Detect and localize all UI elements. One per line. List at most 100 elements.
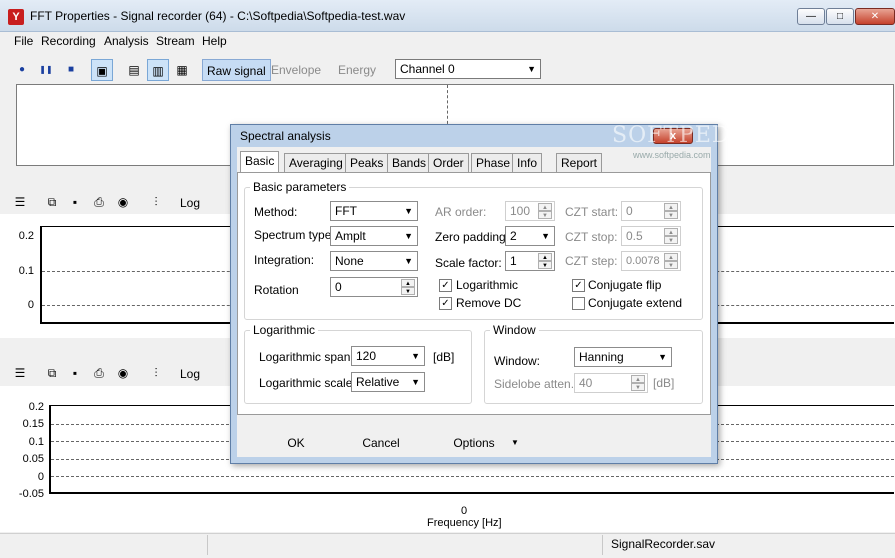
czt-stop-label: CZT stop: (565, 230, 618, 244)
spinner-arrows-icon: ▲ ▼ (538, 203, 552, 219)
maximize-button[interactable]: □ (826, 8, 854, 25)
spinner-arrows-icon: ▲ ▼ (664, 228, 678, 244)
czt-start-value: 0 (626, 204, 633, 218)
x-axis-label: Frequency [Hz] (427, 517, 502, 529)
conjugate-flip-checkbox[interactable]: ✓ (572, 279, 585, 292)
log-span-value: 120 (356, 349, 377, 363)
energy-button[interactable]: Energy (334, 59, 380, 81)
tab-bands[interactable]: Bands (387, 153, 432, 172)
minimize-button[interactable]: — (797, 8, 825, 25)
tab-averaging[interactable]: Averaging (284, 153, 348, 172)
remove-dc-checkbox-label[interactable]: Remove DC (456, 296, 521, 310)
spinner-arrows-icon[interactable]: ▲ ▼ (538, 253, 552, 269)
menu-analysis[interactable]: Analysis (104, 34, 149, 48)
pause-button[interactable]: ❚❚ (35, 59, 57, 81)
globe-icon[interactable]: ◉ (112, 191, 134, 213)
cursor-icon[interactable]: ⫶ (145, 191, 167, 213)
tab-peaks[interactable]: Peaks (345, 153, 389, 172)
spinner-arrows-icon: ▲ ▼ (664, 253, 678, 269)
spectrum-view-icon[interactable]: ▥ (147, 59, 169, 81)
menu-stream[interactable]: Stream (156, 34, 195, 48)
czt-start-spinner: 0 ▲ ▼ (621, 201, 681, 221)
cancel-button[interactable]: Cancel (359, 432, 403, 454)
spinner-arrows-icon: ▲ ▼ (664, 203, 678, 219)
dialog-title: Spectral analysis (240, 129, 331, 143)
integration-select[interactable]: None ▼ (330, 251, 418, 271)
window-value: Hanning (579, 350, 624, 364)
options-dropdown-icon[interactable]: ▼ (511, 438, 519, 447)
tab-order[interactable]: Order (428, 153, 469, 172)
method-select[interactable]: FFT ▼ (330, 201, 418, 221)
menu-file[interactable]: File (14, 34, 33, 48)
ar-order-label: AR order: (435, 205, 487, 219)
rotation-spinner[interactable]: 0 ▲ ▼ (330, 277, 418, 297)
conjugate-extend-checkbox-label[interactable]: Conjugate extend (588, 296, 682, 310)
spectrum-type-label: Spectrum type: (254, 228, 335, 242)
log-toggle[interactable]: Log (180, 367, 200, 381)
menu-recording[interactable]: Recording (41, 34, 96, 48)
method-value: FFT (335, 204, 357, 218)
czt-step-value: 0.0078 (626, 255, 660, 267)
tab-page-basic: Basic parameters Method: FFT ▼ Spectrum t… (237, 172, 711, 415)
chevron-down-icon: ▼ (527, 64, 536, 74)
log-scale-select[interactable]: Relative ▼ (351, 372, 425, 392)
status-divider (602, 535, 603, 555)
integration-value: None (335, 254, 364, 268)
czt-stop-spinner: 0.5 ▲ ▼ (621, 226, 681, 246)
tab-basic[interactable]: Basic (240, 151, 280, 173)
log-span-select[interactable]: 120 ▼ (351, 346, 425, 366)
tab-report[interactable]: Report (556, 153, 603, 172)
chevron-down-icon: ▼ (404, 256, 413, 266)
list-icon[interactable]: ☰ (9, 191, 31, 213)
remove-dc-checkbox[interactable]: ✓ (439, 297, 452, 310)
copy-icon[interactable]: ⧉ (41, 362, 63, 384)
save-icon[interactable]: ▪ (64, 191, 86, 213)
log-toggle[interactable]: Log (180, 196, 200, 210)
menu-help[interactable]: Help (202, 34, 227, 48)
logarithmic-checkbox[interactable]: ✓ (439, 279, 452, 292)
save-icon[interactable]: ▪ (64, 362, 86, 384)
bars-view-icon[interactable]: ▦ (171, 59, 193, 81)
raw-signal-button[interactable]: Raw signal (202, 59, 271, 81)
channel-select[interactable]: Channel 0 ▼ (395, 59, 541, 79)
window-select[interactable]: Hanning ▼ (574, 347, 672, 367)
sidelobe-unit: [dB] (653, 376, 675, 390)
rotation-value: 0 (335, 280, 342, 294)
chevron-down-icon: ▼ (541, 231, 550, 241)
stop-button[interactable]: ■ (60, 59, 82, 81)
bottom-y-tick: 0.15 (22, 418, 44, 430)
record-button[interactable]: ● (11, 59, 33, 81)
close-button[interactable]: ✕ (855, 8, 895, 25)
window-group-title: Window (490, 323, 539, 337)
chevron-down-icon: ▼ (411, 351, 420, 361)
bottom-y-tick: 0.1 (28, 436, 44, 448)
options-button[interactable]: Options (449, 432, 499, 454)
status-file: SignalRecorder.sav (611, 537, 716, 551)
waveform-view-icon[interactable]: ▤ (123, 59, 145, 81)
monitor-view-icon[interactable]: ▣ (91, 59, 113, 81)
zero-padding-select[interactable]: 2 ▼ (505, 226, 555, 246)
scale-factor-spinner[interactable]: 1 ▲ ▼ (505, 251, 555, 271)
list-icon[interactable]: ☰ (9, 362, 31, 384)
integration-label: Integration: (254, 253, 315, 267)
ok-button[interactable]: OK (276, 432, 316, 454)
czt-stop-value: 0.5 (626, 229, 643, 243)
conjugate-extend-checkbox[interactable] (572, 297, 585, 310)
spectral-analysis-dialog: Spectral analysis x Basic Averaging Peak… (230, 124, 718, 464)
logarithmic-checkbox-label[interactable]: Logarithmic (456, 278, 518, 292)
print-icon[interactable]: ⎙ (88, 191, 110, 213)
globe-icon[interactable]: ◉ (112, 362, 134, 384)
window-title: FFT Properties - Signal recorder (64) - … (30, 9, 406, 23)
print-icon[interactable]: ⎙ (88, 362, 110, 384)
envelope-button[interactable]: Envelope (267, 59, 325, 81)
zero-padding-value: 2 (510, 229, 517, 243)
spinner-arrows-icon[interactable]: ▲ ▼ (401, 279, 415, 295)
tab-phase[interactable]: Phase (471, 153, 516, 172)
cursor-icon[interactable]: ⫶ (145, 362, 167, 384)
tab-info[interactable]: Info (512, 153, 543, 172)
scale-factor-label: Scale factor: (435, 256, 502, 270)
chevron-down-icon: ▼ (411, 377, 420, 387)
conjugate-flip-checkbox-label[interactable]: Conjugate flip (588, 278, 661, 292)
copy-icon[interactable]: ⧉ (41, 191, 63, 213)
spectrum-type-select[interactable]: Amplt ▼ (330, 226, 418, 246)
